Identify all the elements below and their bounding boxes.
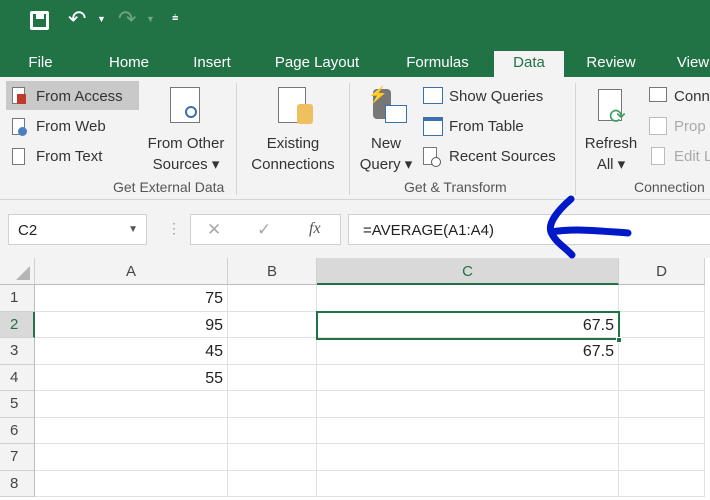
annotation-arrow-shaft [547, 226, 632, 237]
annotation-arrow [546, 195, 632, 259]
